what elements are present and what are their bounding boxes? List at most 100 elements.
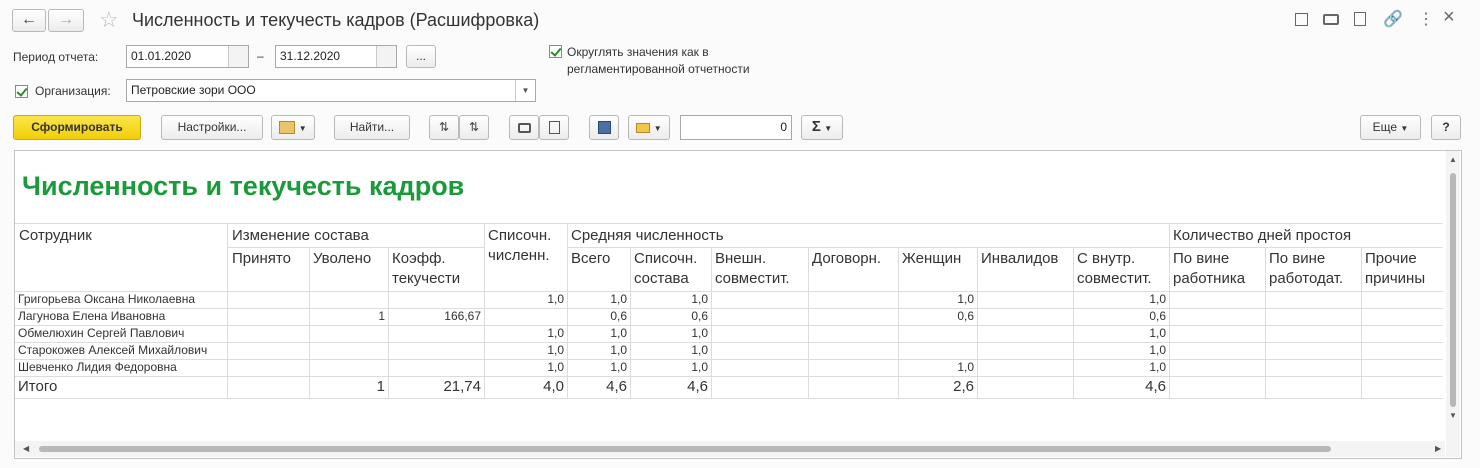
date-to-input[interactable]: 31.12.2020 bbox=[275, 45, 397, 68]
cell-internal[interactable]: 1,0 bbox=[1073, 325, 1169, 342]
total-total[interactable]: 4,6 bbox=[567, 377, 630, 397]
header-turnover: Коэфф. текучести bbox=[392, 250, 461, 287]
horizontal-scrollbar[interactable]: ◀ ▶ bbox=[15, 441, 1445, 457]
generate-button[interactable]: Сформировать bbox=[13, 115, 141, 140]
cell-turnover[interactable]: 166,67 bbox=[388, 308, 484, 325]
cell-listed[interactable]: 1,0 bbox=[484, 342, 567, 359]
table-row[interactable]: Старокожев Алексей Михайлович 1,0 1,0 1,0 1,… bbox=[15, 342, 1443, 359]
close-icon[interactable]: × bbox=[1443, 6, 1455, 29]
scroll-down-icon[interactable]: ▼ bbox=[1449, 411, 1457, 420]
sum-field[interactable]: 0 bbox=[680, 115, 792, 140]
find-button[interactable]: Найти... bbox=[334, 115, 410, 140]
round-label: Округлять значения как в регламентирован… bbox=[567, 45, 750, 76]
envelope-icon bbox=[636, 122, 651, 133]
save-button[interactable] bbox=[589, 115, 619, 140]
total-listed-comp[interactable]: 4,6 bbox=[630, 377, 711, 397]
floppy-icon bbox=[597, 121, 611, 135]
cell-total[interactable]: 1,0 bbox=[567, 359, 630, 376]
sort-asc-button[interactable]: ⇅ bbox=[429, 115, 459, 140]
preview-icon[interactable] bbox=[1354, 12, 1366, 26]
variants-button[interactable]: ▼ bbox=[271, 115, 315, 140]
cell-listed-comp[interactable]: 1,0 bbox=[630, 325, 711, 342]
preview-button[interactable] bbox=[539, 115, 569, 140]
scroll-up-icon[interactable]: ▲ bbox=[1449, 155, 1457, 164]
scroll-left-icon[interactable]: ◀ bbox=[23, 444, 29, 453]
header-worker-fault: По вине работника bbox=[1173, 250, 1246, 287]
table-row[interactable]: Григорьева Оксана Николаевна 1,0 1,0 1,0 1,0… bbox=[15, 291, 1443, 308]
more-button[interactable]: Еще ▼ bbox=[1360, 115, 1421, 140]
header-disabled: Инвалидов bbox=[981, 250, 1059, 267]
settings-button[interactable]: Настройки... bbox=[161, 115, 263, 140]
date-from-input[interactable]: 01.01.2020 bbox=[126, 45, 249, 68]
cell-women[interactable]: 1,0 bbox=[898, 359, 977, 376]
cell-listed-comp[interactable]: 1,0 bbox=[630, 291, 711, 308]
total-women[interactable]: 2,6 bbox=[898, 377, 977, 397]
cell-internal[interactable]: 1,0 bbox=[1073, 359, 1169, 376]
cell-women[interactable]: 0,6 bbox=[898, 308, 977, 325]
calendar-icon[interactable] bbox=[376, 46, 396, 67]
vertical-scrollbar[interactable]: ▲ ▼ bbox=[1446, 151, 1460, 457]
employee-name[interactable]: Обмелюхин Сергей Павлович bbox=[18, 325, 184, 342]
table-row[interactable]: Обмелюхин Сергей Павлович 1,0 1,0 1,0 1,0 bbox=[15, 325, 1443, 342]
organization-checkbox[interactable] bbox=[15, 85, 28, 98]
total-turnover[interactable]: 21,74 bbox=[388, 377, 484, 397]
help-button[interactable]: ? bbox=[1431, 115, 1461, 140]
send-button[interactable]: ▼ bbox=[628, 115, 670, 140]
dropdown-icon[interactable]: ▼ bbox=[515, 80, 535, 101]
print-icon[interactable] bbox=[1323, 14, 1339, 25]
cell-dismissed[interactable]: 1 bbox=[309, 308, 388, 325]
sum-type-button[interactable]: Σ ▼ bbox=[801, 115, 843, 140]
cell-internal[interactable]: 1,0 bbox=[1073, 342, 1169, 359]
period-select-button[interactable]: ... bbox=[406, 45, 436, 68]
print-button[interactable] bbox=[509, 115, 539, 140]
cell-internal[interactable]: 0,6 bbox=[1073, 308, 1169, 325]
star-icon[interactable]: ☆ bbox=[99, 8, 119, 32]
header-composition: Изменение состава bbox=[232, 227, 369, 244]
cell-listed-comp[interactable]: 1,0 bbox=[630, 342, 711, 359]
total-listed[interactable]: 4,0 bbox=[484, 377, 567, 397]
totals-row[interactable]: Итого 1 21,74 4,0 4,6 4,6 2,6 4,6 bbox=[15, 376, 1443, 398]
cell-listed-comp[interactable]: 1,0 bbox=[630, 359, 711, 376]
cell-total[interactable]: 1,0 bbox=[567, 342, 630, 359]
scroll-right-icon[interactable]: ▶ bbox=[1435, 444, 1441, 453]
cell-listed[interactable]: 1,0 bbox=[484, 359, 567, 376]
cell-total[interactable]: 1,0 bbox=[567, 291, 630, 308]
vertical-scroll-thumb[interactable] bbox=[1450, 173, 1456, 407]
more-vertical-icon[interactable]: ⋮ bbox=[1418, 9, 1434, 29]
total-internal[interactable]: 4,6 bbox=[1073, 377, 1169, 397]
organization-select[interactable]: Петровские зори ООО ▼ bbox=[126, 79, 536, 102]
preview-icon bbox=[548, 121, 560, 135]
window-title: Численность и текучесть кадров (Расшифро… bbox=[132, 10, 540, 30]
table-row[interactable]: Шевченко Лидия Федоровна 1,0 1,0 1,0 1,0 1,0 bbox=[15, 359, 1443, 376]
calendar-icon[interactable] bbox=[228, 46, 248, 67]
employee-name[interactable]: Григорьева Оксана Николаевна bbox=[18, 291, 195, 308]
forward-button[interactable]: → bbox=[48, 9, 84, 32]
total-dismissed[interactable]: 1 bbox=[309, 377, 388, 397]
sort-desc-button[interactable]: ⇅ bbox=[459, 115, 489, 140]
date-from-value: 01.01.2020 bbox=[131, 49, 192, 63]
table-row[interactable]: Лагунова Елена Ивановна 1 166,67 0,6 0,6 0,6 0… bbox=[15, 308, 1443, 325]
cell-listed-comp[interactable]: 0,6 bbox=[630, 308, 711, 325]
generate-label: Сформировать bbox=[31, 120, 123, 134]
cell-listed[interactable]: 1,0 bbox=[484, 291, 567, 308]
link-icon[interactable]: 🔗 bbox=[1383, 9, 1403, 29]
sort-ascending-icon: ⇅ bbox=[438, 120, 450, 134]
employee-name[interactable]: Старокожев Алексей Михайлович bbox=[18, 342, 207, 359]
header-total: Всего bbox=[571, 250, 611, 267]
employee-name[interactable]: Шевченко Лидия Федоровна bbox=[18, 359, 177, 376]
cell-listed[interactable]: 1,0 bbox=[484, 325, 567, 342]
cell-total[interactable]: 1,0 bbox=[567, 325, 630, 342]
horizontal-scroll-thumb[interactable] bbox=[39, 446, 1331, 452]
cell-total[interactable]: 0,6 bbox=[567, 308, 630, 325]
back-button[interactable]: ← bbox=[12, 9, 46, 32]
report-area[interactable]: Численность и текучесть кадров Сотрудник… bbox=[14, 150, 1462, 459]
header-external: Внешн. совместит. bbox=[715, 250, 790, 287]
cell-women[interactable]: 1,0 bbox=[898, 291, 977, 308]
cell-internal[interactable]: 1,0 bbox=[1073, 291, 1169, 308]
more-label: Еще bbox=[1372, 120, 1398, 134]
save-icon[interactable] bbox=[1295, 13, 1308, 26]
employee-name[interactable]: Лагунова Елена Ивановна bbox=[18, 308, 165, 325]
chevron-down-icon: ▼ bbox=[653, 124, 662, 133]
header-listed-comp: Списочн. состава bbox=[634, 250, 698, 287]
round-checkbox[interactable] bbox=[549, 45, 562, 58]
